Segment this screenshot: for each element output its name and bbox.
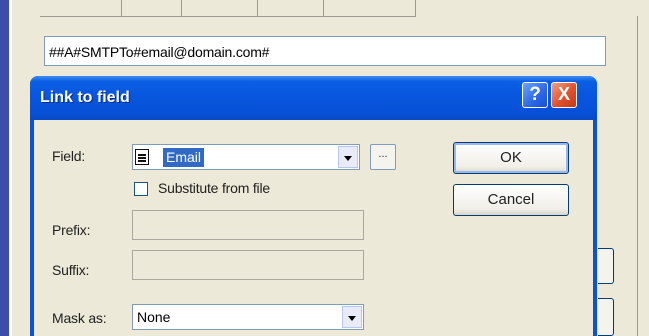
- mask-as-label: Mask as:: [52, 310, 107, 326]
- field-select[interactable]: Email: [132, 144, 360, 170]
- substitute-from-file-checkbox[interactable]: [134, 182, 148, 196]
- background-tab[interactable]: [40, 0, 122, 17]
- field-selected-value: Email: [161, 147, 206, 168]
- substitute-from-file-label[interactable]: Substitute from file: [158, 180, 270, 196]
- help-button[interactable]: ?: [522, 82, 548, 108]
- close-button[interactable]: X: [551, 82, 577, 108]
- background-tab[interactable]: [182, 0, 258, 17]
- prefix-label: Prefix:: [52, 222, 91, 238]
- mask-as-select[interactable]: None: [132, 304, 364, 330]
- field-table-icon: [135, 149, 149, 165]
- suffix-input[interactable]: [132, 250, 364, 280]
- background-button[interactable]: [598, 248, 614, 284]
- suffix-label: Suffix:: [52, 262, 90, 278]
- close-icon: X: [557, 84, 570, 104]
- help-icon: ?: [529, 84, 541, 105]
- chevron-down-icon[interactable]: [338, 146, 358, 168]
- expression-input[interactable]: ##A#SMTPTo#email@domain.com#: [44, 36, 606, 66]
- background-divider: [637, 16, 638, 336]
- background-window-frame: [0, 0, 12, 336]
- prefix-input[interactable]: [132, 210, 364, 240]
- cancel-button[interactable]: Cancel: [453, 184, 569, 216]
- mask-as-selected-value: None: [137, 309, 171, 325]
- browse-field-button[interactable]: ...: [370, 144, 396, 170]
- background-tab[interactable]: [324, 0, 416, 17]
- background-button[interactable]: [598, 298, 614, 336]
- chevron-down-icon[interactable]: [342, 306, 362, 328]
- dialog-titlebar[interactable]: Link to field ? X: [30, 76, 597, 120]
- field-label: Field:: [52, 148, 86, 164]
- ok-button[interactable]: OK: [453, 142, 569, 174]
- background-tab[interactable]: [258, 0, 324, 17]
- link-to-field-dialog: Link to field ? X Field: Email ... Subst…: [30, 76, 597, 336]
- dialog-title: Link to field: [40, 89, 130, 106]
- background-tab[interactable]: [122, 0, 182, 17]
- background-tab-strip: [40, 0, 416, 17]
- dialog-body: Field: Email ... Substitute from file Pr…: [34, 120, 593, 336]
